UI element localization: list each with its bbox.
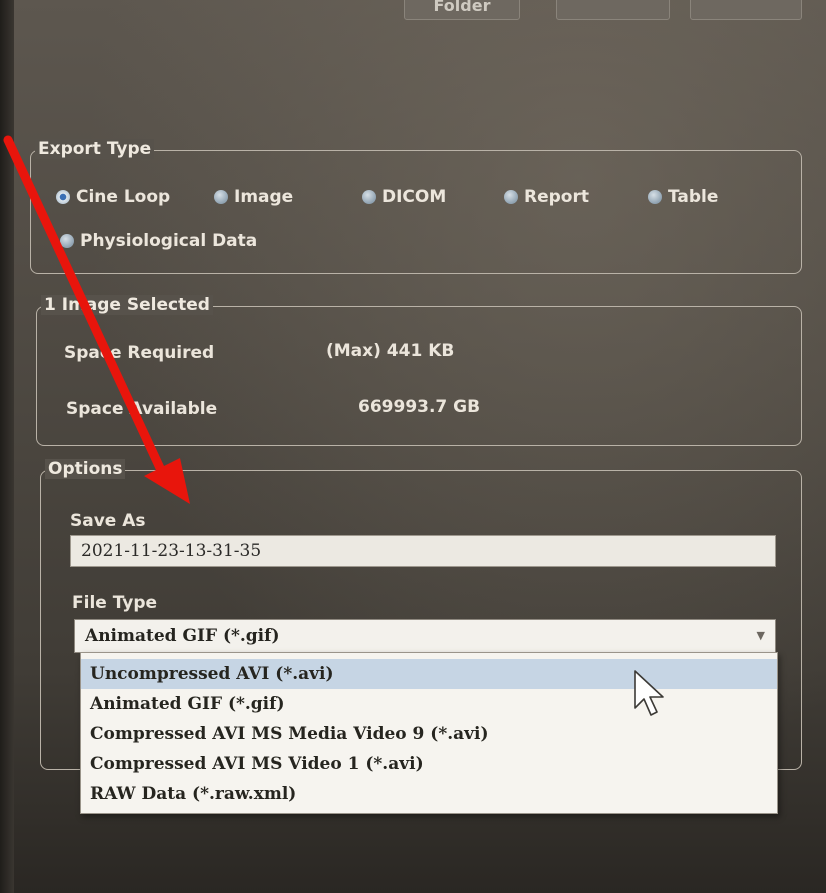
radio-label: Image xyxy=(234,187,294,207)
dropdown-option-compressed-avi-video-1[interactable]: Compressed AVI MS Video 1 (*.avi) xyxy=(81,749,777,779)
radio-report[interactable]: Report xyxy=(504,187,589,207)
monitor-bezel xyxy=(0,0,14,893)
radio-label: Report xyxy=(524,187,589,207)
space-required-label: Space Required xyxy=(64,343,215,363)
file-type-dropdown: Uncompressed AVI (*.avi) Animated GIF (*… xyxy=(80,652,778,814)
radio-unselected-icon xyxy=(362,190,376,204)
dropdown-option-compressed-avi-media-video-9[interactable]: Compressed AVI MS Media Video 9 (*.avi) xyxy=(81,719,777,749)
top-button-2[interactable] xyxy=(556,0,670,20)
file-type-label: File Type xyxy=(72,593,158,613)
space-available-label: Space Available xyxy=(66,399,218,419)
options-legend: Options xyxy=(45,459,126,479)
folder-button[interactable]: Folder xyxy=(404,0,520,20)
save-as-label: Save As xyxy=(70,511,146,531)
radio-selected-icon xyxy=(56,190,70,204)
radio-label: Cine Loop xyxy=(76,187,171,207)
radio-unselected-icon xyxy=(648,190,662,204)
radio-dicom[interactable]: DICOM xyxy=(362,187,446,207)
radio-label: Table xyxy=(668,187,719,207)
dropdown-option-uncompressed-avi[interactable]: Uncompressed AVI (*.avi) xyxy=(81,659,777,689)
dropdown-option-raw-data[interactable]: RAW Data (*.raw.xml) xyxy=(81,779,777,809)
image-selected-group: 1 Image Selected xyxy=(36,295,802,446)
radio-cine-loop[interactable]: Cine Loop xyxy=(56,187,170,207)
radio-unselected-icon xyxy=(214,190,228,204)
space-required-value: (Max) 441 KB xyxy=(326,341,455,361)
chevron-down-icon[interactable]: ▼ xyxy=(757,620,765,652)
radio-label: DICOM xyxy=(382,187,447,207)
image-selected-legend: 1 Image Selected xyxy=(41,295,213,315)
file-type-select[interactable]: Animated GIF (*.gif) ▼ xyxy=(74,619,776,653)
radio-table[interactable]: Table xyxy=(648,187,718,207)
export-type-group: Export Type xyxy=(30,139,802,274)
save-as-input[interactable]: 2021-11-23-13-31-35 xyxy=(70,535,776,567)
radio-image[interactable]: Image xyxy=(214,187,293,207)
radio-unselected-icon xyxy=(504,190,518,204)
radio-label: Physiological Data xyxy=(80,231,258,251)
export-type-legend: Export Type xyxy=(35,139,155,159)
top-button-3[interactable] xyxy=(690,0,802,20)
file-type-selected-value: Animated GIF (*.gif) xyxy=(85,626,280,646)
radio-physiological-data[interactable]: Physiological Data xyxy=(60,231,257,251)
dropdown-option-animated-gif[interactable]: Animated GIF (*.gif) xyxy=(81,689,777,719)
radio-unselected-icon xyxy=(60,234,74,248)
mouse-pointer-icon xyxy=(634,670,664,716)
space-available-value: 669993.7 GB xyxy=(358,397,481,417)
